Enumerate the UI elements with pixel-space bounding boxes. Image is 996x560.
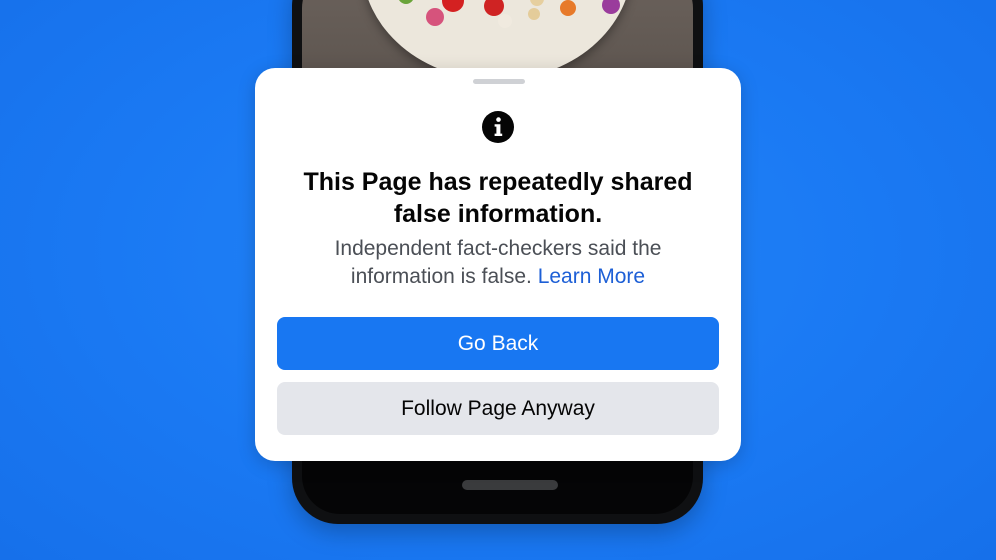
carrot-food-item <box>560 0 576 16</box>
dialog-subtitle: Independent fact-checkers said the infor… <box>285 235 711 291</box>
dialog-title: This Page has repeatedly shared false in… <box>303 168 693 228</box>
radish-food-item <box>426 8 444 26</box>
drag-handle[interactable] <box>473 79 525 84</box>
info-icon <box>482 111 514 143</box>
false-information-dialog: This Page has repeatedly shared false in… <box>255 68 741 461</box>
home-indicator <box>462 480 558 490</box>
go-back-button[interactable]: Go Back <box>277 317 719 370</box>
chickpea-food-item <box>528 8 540 20</box>
learn-more-link[interactable]: Learn More <box>538 265 645 288</box>
cheese-food-item <box>498 14 512 28</box>
follow-page-anyway-button[interactable]: Follow Page Anyway <box>277 382 719 435</box>
